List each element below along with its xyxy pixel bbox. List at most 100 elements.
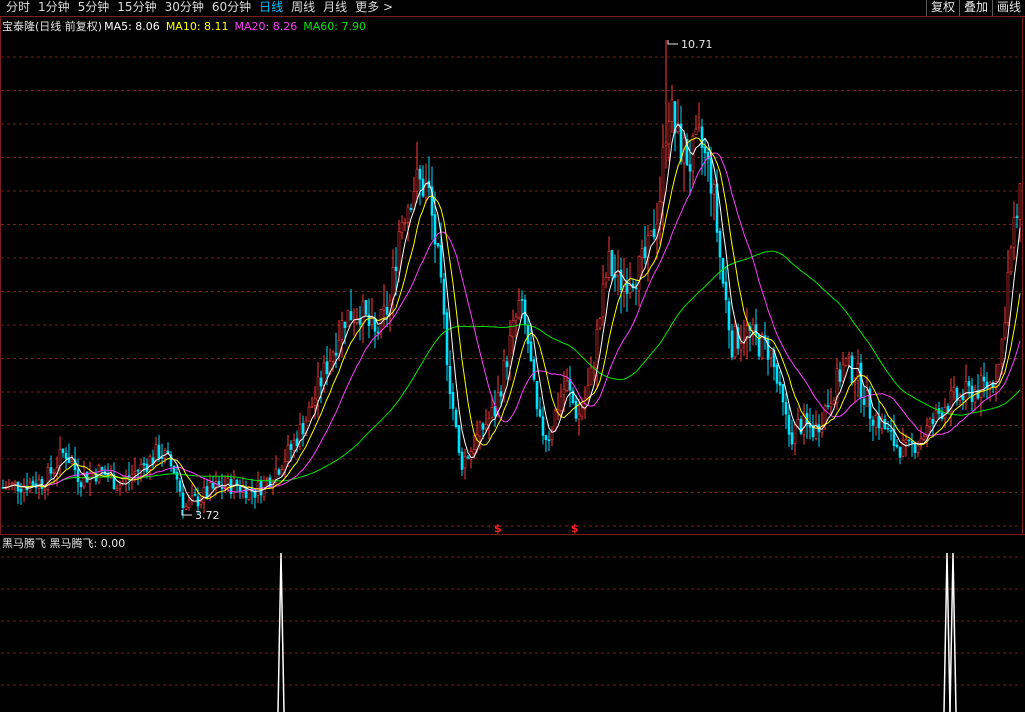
candle-up [640,248,644,259]
candle-down [61,448,65,453]
candle-down [961,395,965,400]
candle-down [643,246,647,259]
candle-down [277,469,281,475]
candle-down [238,486,242,492]
candle-down [967,381,971,387]
candle-up [316,376,320,401]
candle-up [751,324,755,331]
candle-up [382,305,386,311]
candle-down [781,383,785,403]
candle-down [343,321,347,329]
candle-down [394,266,398,271]
candle-down [688,164,692,172]
candle-down [268,477,272,488]
candle-down [610,250,614,277]
kline-chart[interactable]: 10.71 3.72 $ $ [0,0,1025,712]
candle-down [505,361,509,368]
candle-down [1015,215,1019,218]
candle-up [664,142,668,146]
candle-up [1012,216,1016,248]
candle-down [931,418,935,424]
candle-down [466,456,470,459]
candle-down [217,481,221,486]
candle-up [1000,338,1004,365]
candle-up [844,358,848,366]
candle-down [544,435,548,441]
candle-up [901,440,905,457]
candle-up [964,381,968,401]
candle-up [853,381,857,385]
candle-down [160,457,164,459]
candle-down [889,430,893,432]
candle-up [1018,183,1022,220]
candle-up [670,99,674,122]
candle-up [1003,322,1007,339]
candle-up [934,410,938,422]
candle-up [847,354,851,358]
high-marker [667,40,678,45]
candle-down [175,471,179,480]
candle-up [979,375,983,399]
candle-down [532,359,536,380]
candle-down [634,287,638,290]
candle-down [535,381,539,410]
high-price-label: 10.71 [681,38,713,51]
candle-down [436,243,440,247]
candle-up [649,230,653,236]
candle-up [1009,247,1013,273]
candle-down [319,377,323,387]
candle-down [574,400,578,419]
candle-down [349,311,353,321]
candle-up [628,285,632,294]
candle-up [694,128,698,135]
candle-down [790,432,794,445]
candle-up [91,473,95,476]
candle-up [154,444,158,466]
candle-down [520,299,524,301]
candle-down [40,478,44,489]
candle-up [661,146,665,203]
candle-up [904,438,908,443]
candle-up [265,478,269,480]
candle-down [409,207,413,210]
buy-signal-mark: $ [494,522,502,535]
candle-down [31,480,35,486]
buy-signal-mark: $ [571,522,579,535]
candle-up [292,439,296,451]
candle-up [463,456,467,469]
candle-down [718,230,722,258]
candle-up [415,168,419,192]
candle-up [307,406,311,422]
candle-down [862,398,866,405]
candle-up [313,398,317,406]
candle-up [484,423,488,430]
candle-down [883,419,887,430]
candle-down [334,352,338,356]
candle-up [379,309,383,332]
candle-up [184,506,188,510]
candle-up [403,222,407,224]
candle-up [1006,271,1010,323]
candle-down [418,168,422,180]
candle-up [793,424,797,444]
candle-up [559,396,563,412]
candle-down [727,301,731,331]
candle-down [895,444,899,448]
candle-down [547,439,551,442]
candle-down [64,452,68,460]
candle-up [346,309,350,327]
candle-down [538,409,542,417]
candle-up [199,501,203,505]
candle-down [244,486,248,498]
candle-down [211,482,215,489]
candle-down [358,318,362,325]
candle-up [829,403,833,408]
candle-down [784,401,788,415]
candle-up [553,410,557,432]
candle-down [541,416,545,436]
candle-up [478,421,482,437]
candle-up [697,125,701,128]
candle-up [118,485,122,489]
candle-up [10,482,14,485]
candle-up [511,320,515,338]
